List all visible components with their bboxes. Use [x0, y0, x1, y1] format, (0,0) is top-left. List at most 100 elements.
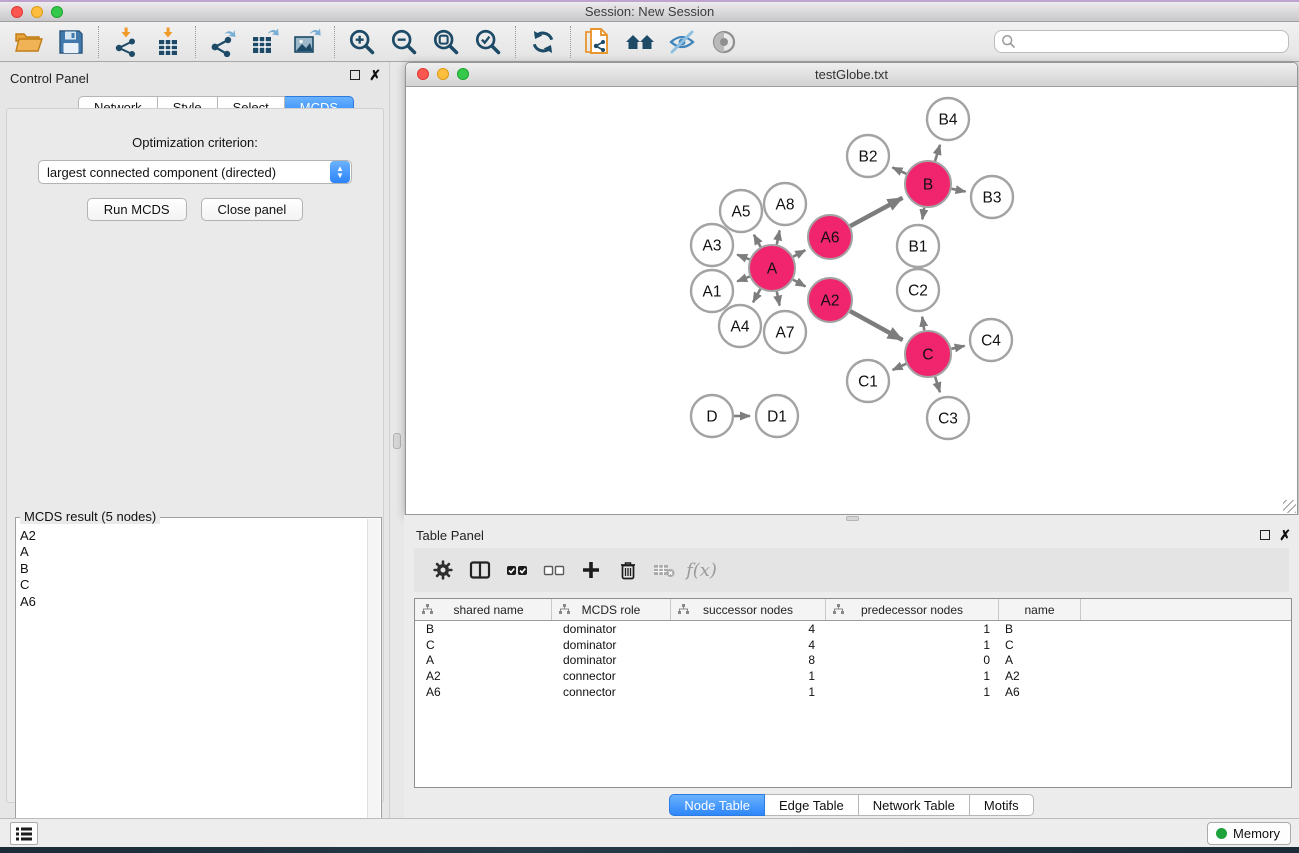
graph-edge-A-A8[interactable] — [777, 230, 780, 244]
graph-edge-A-A3[interactable] — [737, 255, 749, 260]
network-window-titlebar[interactable]: testGlobe.txt — [406, 63, 1297, 87]
graph-edge-A-A1[interactable] — [737, 277, 749, 282]
table-row[interactable]: Cdominator41C — [415, 637, 1291, 653]
table-cell-name[interactable]: A2 — [999, 669, 1081, 683]
tab-node-table[interactable]: Node Table — [669, 794, 765, 816]
table-row[interactable]: Bdominator41B — [415, 621, 1291, 637]
graph-edge-A2-C[interactable] — [850, 311, 902, 340]
select-all-button[interactable] — [498, 553, 535, 587]
table-cell-predecessor[interactable]: 0 — [826, 653, 999, 667]
graph-edge-C-C3[interactable] — [935, 377, 940, 392]
graph-edge-C-C4[interactable] — [951, 346, 964, 349]
table-cell-shared_name[interactable]: A — [415, 653, 552, 667]
zoom-selected-button[interactable] — [467, 25, 509, 59]
column-header-name[interactable]: name — [999, 599, 1081, 620]
table-row[interactable]: Adominator80A — [415, 652, 1291, 668]
table-row[interactable]: A2connector11A2 — [415, 668, 1291, 684]
table-row[interactable]: A6connector11A6 — [415, 684, 1291, 700]
graph-edge-A6-B[interactable] — [850, 198, 902, 226]
vertical-splitter[interactable] — [390, 62, 404, 818]
graph-edge-C-C2[interactable] — [922, 317, 924, 331]
close-table-panel-icon[interactable]: ✗ — [1279, 530, 1291, 540]
import-table-button[interactable] — [147, 25, 189, 59]
column-header-mcds-role[interactable]: MCDS role — [552, 599, 671, 620]
zoom-in-button[interactable] — [341, 25, 383, 59]
horizontal-splitter[interactable] — [404, 515, 1299, 522]
splitter-handle[interactable] — [393, 433, 401, 449]
deselect-all-button[interactable] — [535, 553, 572, 587]
run-mcds-button[interactable]: Run MCDS — [87, 198, 187, 221]
float-table-panel-icon[interactable] — [1260, 530, 1270, 540]
table-cell-successor[interactable]: 4 — [671, 638, 826, 652]
function-builder-button[interactable]: f(x) — [683, 553, 720, 587]
table-cell-successor[interactable]: 1 — [671, 685, 826, 699]
graph-edge-A-A4[interactable] — [753, 289, 760, 302]
zoom-fit-button[interactable] — [425, 25, 467, 59]
table-cell-predecessor[interactable]: 1 — [826, 685, 999, 699]
save-session-button[interactable] — [50, 25, 92, 59]
delete-column-button[interactable] — [609, 553, 646, 587]
graph-edge-A-A5[interactable] — [754, 235, 761, 247]
mcds-result-item[interactable]: A — [20, 544, 36, 560]
table-cell-name[interactable]: C — [999, 638, 1081, 652]
table-cell-name[interactable]: B — [999, 622, 1081, 636]
graph-edge-A-A2[interactable] — [793, 280, 805, 287]
table-cell-mcds_role[interactable]: connector — [552, 669, 671, 683]
graph-edge-C-C1[interactable] — [893, 364, 906, 370]
close-panel-icon[interactable]: ✗ — [369, 70, 381, 80]
resize-grip[interactable] — [1283, 500, 1296, 513]
table-cell-shared_name[interactable]: A2 — [415, 669, 552, 683]
export-network-button[interactable] — [202, 25, 244, 59]
add-column-button[interactable] — [572, 553, 609, 587]
task-history-button[interactable] — [10, 822, 38, 845]
graph-edge-B-B4[interactable] — [935, 145, 940, 161]
mcds-result-item[interactable]: A2 — [20, 528, 36, 544]
table-cell-name[interactable]: A — [999, 653, 1081, 667]
splitter-handle[interactable] — [846, 516, 859, 521]
show-hidden-button[interactable] — [703, 25, 745, 59]
float-panel-icon[interactable] — [350, 70, 360, 80]
table-cell-successor[interactable]: 1 — [671, 669, 826, 683]
tab-edge-table[interactable]: Edge Table — [765, 794, 859, 816]
table-cell-predecessor[interactable]: 1 — [826, 669, 999, 683]
export-image-button[interactable] — [286, 25, 328, 59]
result-scrollbar[interactable] — [367, 519, 380, 853]
export-table-button[interactable] — [244, 25, 286, 59]
import-network-button[interactable] — [105, 25, 147, 59]
table-cell-mcds_role[interactable]: dominator — [552, 653, 671, 667]
hide-selected-button[interactable] — [661, 25, 703, 59]
table-settings-button[interactable] — [424, 553, 461, 587]
table-cell-mcds_role[interactable]: dominator — [552, 638, 671, 652]
graph-edge-A-A7[interactable] — [777, 292, 780, 306]
delete-table-button[interactable] — [646, 553, 683, 587]
open-file-button[interactable] — [8, 25, 50, 59]
table-cell-name[interactable]: A6 — [999, 685, 1081, 699]
graph-edge-B-B3[interactable] — [952, 189, 966, 192]
table-cell-successor[interactable]: 8 — [671, 653, 826, 667]
table-cell-shared_name[interactable]: B — [415, 622, 552, 636]
search-input[interactable] — [1016, 31, 1288, 52]
column-header-shared-name[interactable]: shared name — [415, 599, 552, 620]
network-canvas[interactable]: B4B2BB3A8A5A6A3B1AA1C2A2A4A7C4CC1C3DD1 — [406, 87, 1297, 514]
zoom-out-button[interactable] — [383, 25, 425, 59]
column-header-predecessor-nodes[interactable]: predecessor nodes — [826, 599, 999, 620]
table-cell-mcds_role[interactable]: connector — [552, 685, 671, 699]
table-cell-mcds_role[interactable]: dominator — [552, 622, 671, 636]
criterion-dropdown[interactable]: largest connected component (directed) ▲… — [38, 160, 352, 184]
network-from-selection-button[interactable] — [577, 25, 619, 59]
table-cell-predecessor[interactable]: 1 — [826, 622, 999, 636]
column-header-successor-nodes[interactable]: successor nodes — [671, 599, 826, 620]
close-panel-button[interactable]: Close panel — [201, 198, 304, 221]
graph-edge-A-A6[interactable] — [793, 250, 805, 256]
tab-network-table[interactable]: Network Table — [859, 794, 970, 816]
graph-edge-B-B2[interactable] — [892, 167, 906, 173]
mcds-result-item[interactable]: C — [20, 577, 36, 593]
refresh-button[interactable] — [522, 25, 564, 59]
table-cell-successor[interactable]: 4 — [671, 622, 826, 636]
mcds-result-item[interactable]: B — [20, 561, 36, 577]
tab-motifs[interactable]: Motifs — [970, 794, 1034, 816]
home-button[interactable] — [619, 25, 661, 59]
table-cell-shared_name[interactable]: A6 — [415, 685, 552, 699]
mcds-result-item[interactable]: A6 — [20, 594, 36, 610]
table-cell-predecessor[interactable]: 1 — [826, 638, 999, 652]
